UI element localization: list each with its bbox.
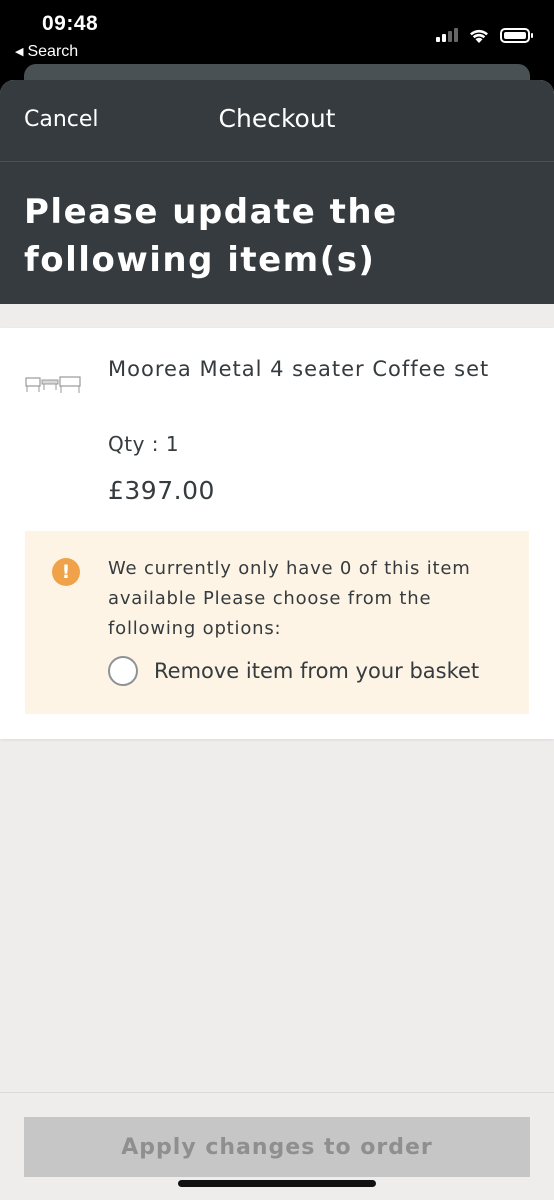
product-price: £397.00 [108, 476, 215, 505]
exclamation-icon: ! [52, 558, 80, 586]
update-banner: Please update the following item(s) [0, 162, 554, 304]
navbar: Cancel Checkout [0, 80, 554, 162]
status-icons [436, 24, 533, 46]
apply-changes-button[interactable]: Apply changes to order [24, 1117, 530, 1177]
back-label: Search [27, 43, 79, 60]
product-thumbnail [25, 376, 81, 393]
status-time: 09:48 [42, 12, 99, 35]
remove-item-option[interactable]: Remove item from your basket [108, 655, 479, 687]
product-name: Moorea Metal 4 seater Coffee set [108, 357, 490, 381]
remove-item-radio[interactable] [108, 656, 138, 686]
battery-icon [500, 27, 533, 43]
banner-title: Please update the following item(s) [24, 192, 398, 280]
warning-message: We currently only have 0 of this item av… [108, 558, 471, 639]
wifi-icon [470, 29, 488, 43]
remove-item-label: Remove item from your basket [154, 659, 480, 683]
checkout-sheet: Cancel Checkout Please update the follow… [0, 80, 554, 1200]
home-indicator [178, 1180, 376, 1187]
back-triangle-icon: ◀ [15, 46, 24, 58]
stock-warning: ! We currently only have 0 of this item … [25, 531, 529, 714]
signal-icon [436, 28, 458, 42]
product-quantity: Qty : 1 [108, 432, 180, 456]
item-card: Moorea Metal 4 seater Coffee set Qty : 1… [0, 328, 554, 739]
cancel-button[interactable]: Cancel [24, 107, 99, 132]
back-to-search-link[interactable]: ◀ Search [15, 43, 78, 61]
status-bar: 09:48 ◀ Search [0, 0, 554, 70]
